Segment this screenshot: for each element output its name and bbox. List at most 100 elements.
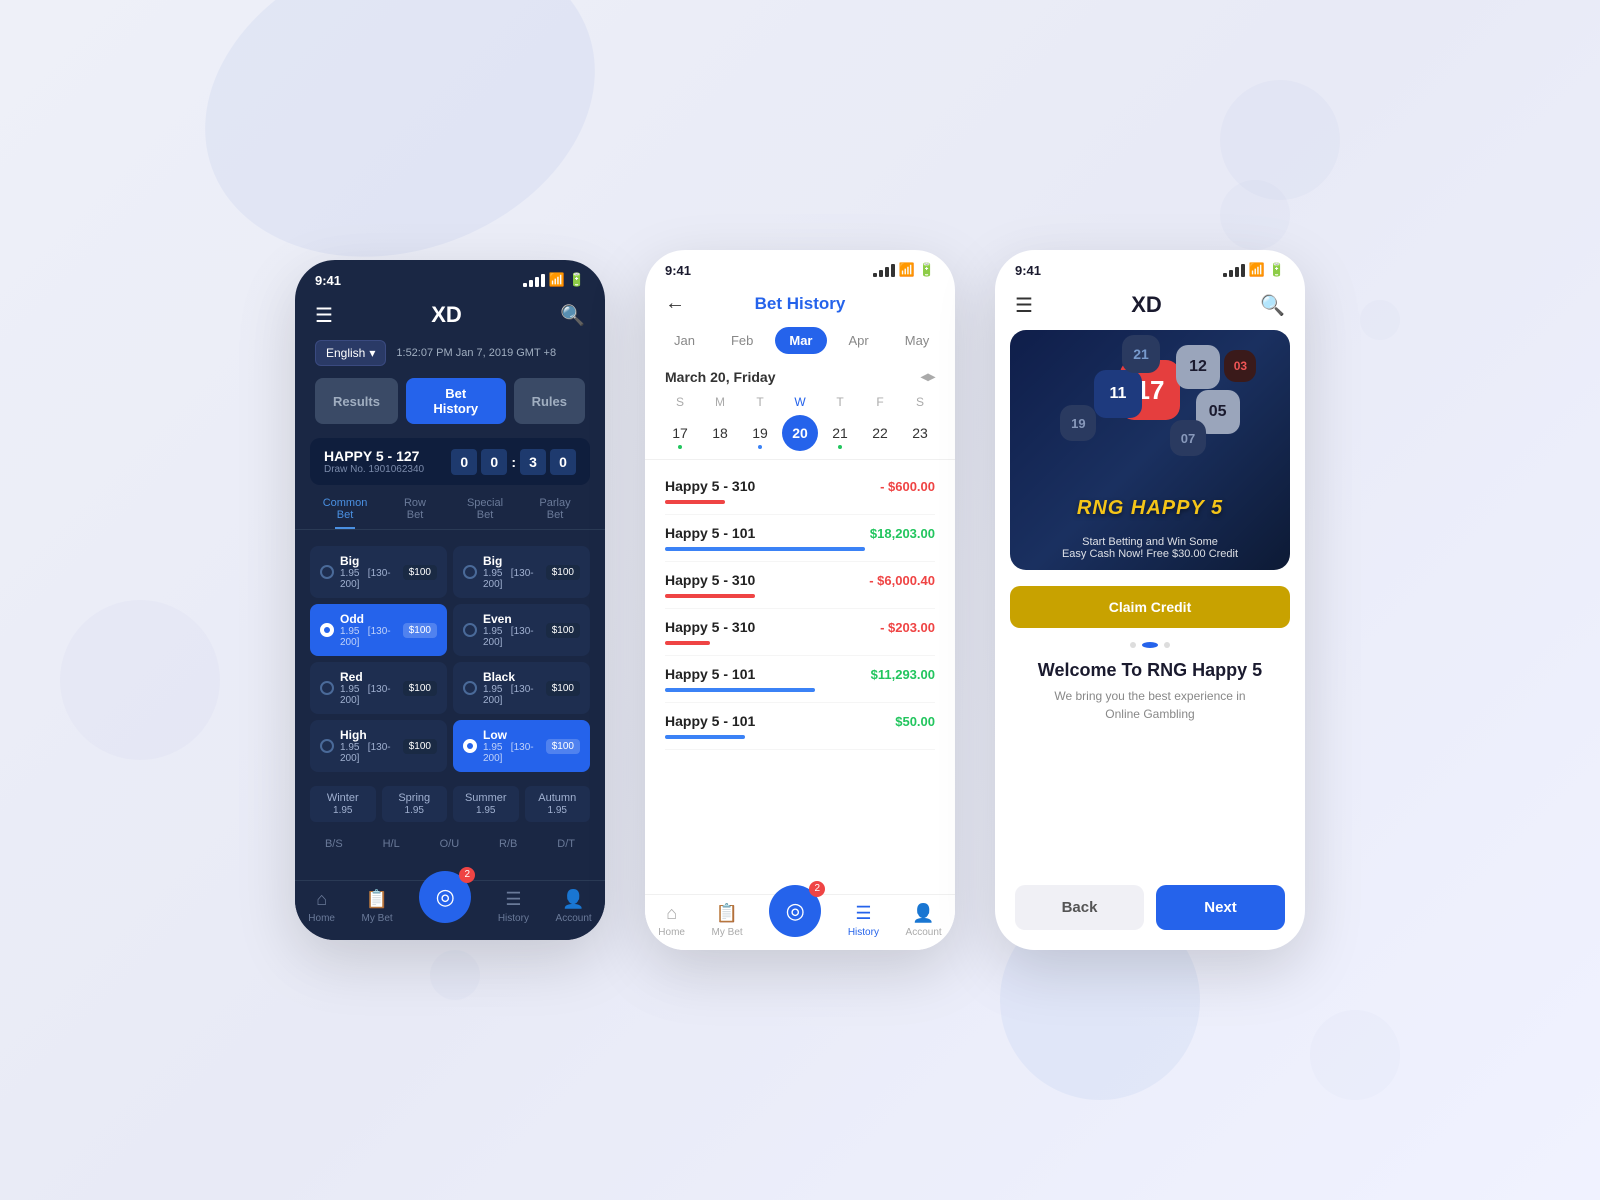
back-button-middle[interactable]: ←: [665, 292, 685, 315]
bet-category-tabs: CommonBet RowBet SpecialBet ParlayBet: [295, 497, 605, 530]
nav-account-left[interactable]: 👤 Account: [556, 889, 592, 924]
bet-item-info: Big 1.95 [130-200]: [340, 554, 397, 590]
bet-entry-4[interactable]: Happy 5 - 310 - $203.00: [665, 609, 935, 656]
spring-btn[interactable]: Spring1.95: [382, 786, 448, 822]
bet-item-even[interactable]: Even 1.95 [130-200] $100: [453, 604, 590, 656]
bet-radio-big: [320, 565, 334, 579]
bet-item-big[interactable]: Big 1.95 [130-200] $100: [310, 546, 447, 598]
language-selector[interactable]: English ▾: [315, 340, 386, 366]
bet-history-tab[interactable]: Bet History: [406, 378, 506, 424]
menu-icon[interactable]: ☰: [315, 303, 333, 328]
nav-home-mid[interactable]: ⌂ Home: [658, 903, 685, 938]
rb-tab[interactable]: R/B: [491, 834, 525, 854]
winter-btn[interactable]: Winter1.95: [310, 786, 376, 822]
dice-19: 19: [1060, 405, 1096, 441]
autumn-btn[interactable]: Autumn1.95: [525, 786, 591, 822]
summer-btn[interactable]: Summer1.95: [453, 786, 519, 822]
mybet-label: My Bet: [362, 913, 393, 924]
bet-entry-2[interactable]: Happy 5 - 101 $18,203.00: [665, 515, 935, 562]
dots-indicator: [995, 642, 1305, 648]
nav-history-mid[interactable]: ☰ History: [848, 903, 879, 938]
bet-bar-1: [665, 500, 725, 504]
rules-tab[interactable]: Rules: [514, 378, 585, 424]
bs-tab[interactable]: B/S: [317, 834, 351, 854]
back-button-right[interactable]: Back: [1015, 885, 1144, 930]
header-left: ☰ XD 🔍: [295, 294, 605, 340]
mybet-icon: 📋: [366, 889, 388, 910]
home-icon-mid: ⌂: [666, 903, 677, 924]
date-nav-arrows[interactable]: ◂▸: [921, 368, 935, 385]
bet-entry-6[interactable]: Happy 5 - 101 $50.00: [665, 703, 935, 750]
bet-entry-3[interactable]: Happy 5 - 310 - $6,000.40: [665, 562, 935, 609]
dice-12: 12: [1176, 345, 1220, 389]
selected-date: March 20, Friday: [665, 369, 776, 385]
menu-icon-right[interactable]: ☰: [1015, 293, 1033, 318]
dot-17: [678, 445, 682, 449]
nav-history-left[interactable]: ☰ History: [498, 889, 529, 924]
bet-name-5: Happy 5 - 101: [665, 666, 755, 682]
common-bet-tab[interactable]: CommonBet: [310, 497, 380, 529]
bet-entry-1[interactable]: Happy 5 - 310 - $600.00: [665, 468, 935, 515]
search-icon-right[interactable]: 🔍: [1260, 293, 1285, 318]
special-bet-tab[interactable]: SpecialBet: [450, 497, 520, 529]
date-18[interactable]: 18: [702, 415, 738, 451]
home-icon: ⌂: [316, 889, 327, 910]
welcome-sub: We bring you the best experience in Onli…: [1015, 687, 1285, 723]
mybet-label-mid: My Bet: [712, 927, 743, 938]
bet-item-high[interactable]: High 1.95 [130-200] $100: [310, 720, 447, 772]
dt-tab[interactable]: D/T: [549, 834, 583, 854]
history-label-mid: History: [848, 927, 879, 938]
bet-amount-2: $18,203.00: [870, 526, 935, 541]
banner-caption-1: Start Betting and Win Some: [1010, 536, 1290, 548]
bet-name-3: Happy 5 - 310: [665, 572, 755, 588]
bet-entry-header-6: Happy 5 - 101 $50.00: [665, 713, 935, 729]
nav-mybet-left[interactable]: 📋 My Bet: [362, 889, 393, 924]
nav-home-left[interactable]: ⌂ Home: [308, 889, 335, 924]
month-jan1[interactable]: Jan: [660, 327, 709, 354]
bet-item-low[interactable]: Low 1.95 [130-200] $100: [453, 720, 590, 772]
claim-credit-button[interactable]: Claim Credit: [1010, 586, 1290, 628]
hl-tab[interactable]: H/L: [375, 834, 408, 854]
nav-badge-left: 2: [459, 867, 475, 883]
nav-mybet-mid[interactable]: 📋 My Bet: [712, 903, 743, 938]
bet-name-6: Happy 5 - 101: [665, 713, 755, 729]
month-feb[interactable]: Feb: [717, 327, 767, 354]
battery-icon-mid: 🔋: [919, 262, 935, 278]
month-mar[interactable]: Mar: [775, 327, 826, 354]
month-apr[interactable]: Apr: [835, 327, 883, 354]
account-label-mid: Account: [906, 927, 942, 938]
dot-1: [1130, 642, 1136, 648]
welcome-section: Welcome To RNG Happy 5 We bring you the …: [995, 660, 1305, 735]
wifi-icon: 📶: [549, 272, 565, 288]
bet-item-red[interactable]: Red 1.95 [130-200] $100: [310, 662, 447, 714]
date-21[interactable]: 21: [822, 415, 858, 451]
bottom-nav-left: ⌂ Home 📋 My Bet 2 ◎ ☰ History 👤 Account: [295, 880, 605, 940]
month-may[interactable]: May: [891, 327, 944, 354]
nav-account-mid[interactable]: 👤 Account: [906, 903, 942, 938]
ou-tab[interactable]: O/U: [432, 834, 468, 854]
results-tab[interactable]: Results: [315, 378, 398, 424]
search-icon-left[interactable]: 🔍: [560, 303, 585, 328]
status-bar-left: 9:41 📶 🔋: [295, 260, 605, 294]
date-17[interactable]: 17: [662, 415, 698, 451]
date-20[interactable]: 20: [782, 415, 818, 451]
date-23[interactable]: 23: [902, 415, 938, 451]
nav-center-mid[interactable]: 2 ◎: [769, 885, 821, 937]
dice-11: 11: [1094, 370, 1142, 418]
bet-item-odd[interactable]: Odd 1.95 [130-200] $100: [310, 604, 447, 656]
parlay-bet-tab[interactable]: ParlayBet: [520, 497, 590, 529]
bet-item-black[interactable]: Black 1.95 [130-200] $100: [453, 662, 590, 714]
nav-center-left[interactable]: 2 ◎: [419, 871, 471, 923]
home-label-mid: Home: [658, 927, 685, 938]
bet-item-big2[interactable]: Big 1.95 [130-200] $100: [453, 546, 590, 598]
date-19[interactable]: 19: [742, 415, 778, 451]
bet-entry-5[interactable]: Happy 5 - 101 $11,293.00: [665, 656, 935, 703]
banner-caption: Start Betting and Win Some Easy Cash Now…: [1010, 536, 1290, 560]
next-button-right[interactable]: Next: [1156, 885, 1285, 930]
bottom-nav-middle: ⌂ Home 📋 My Bet 2 ◎ ☰ History 👤 Account: [645, 894, 955, 950]
month-jan2[interactable]: Jan: [951, 327, 955, 354]
bet-entry-header-2: Happy 5 - 101 $18,203.00: [665, 525, 935, 541]
row-bet-tab[interactable]: RowBet: [380, 497, 450, 529]
score-0: 0: [451, 449, 477, 475]
date-22[interactable]: 22: [862, 415, 898, 451]
